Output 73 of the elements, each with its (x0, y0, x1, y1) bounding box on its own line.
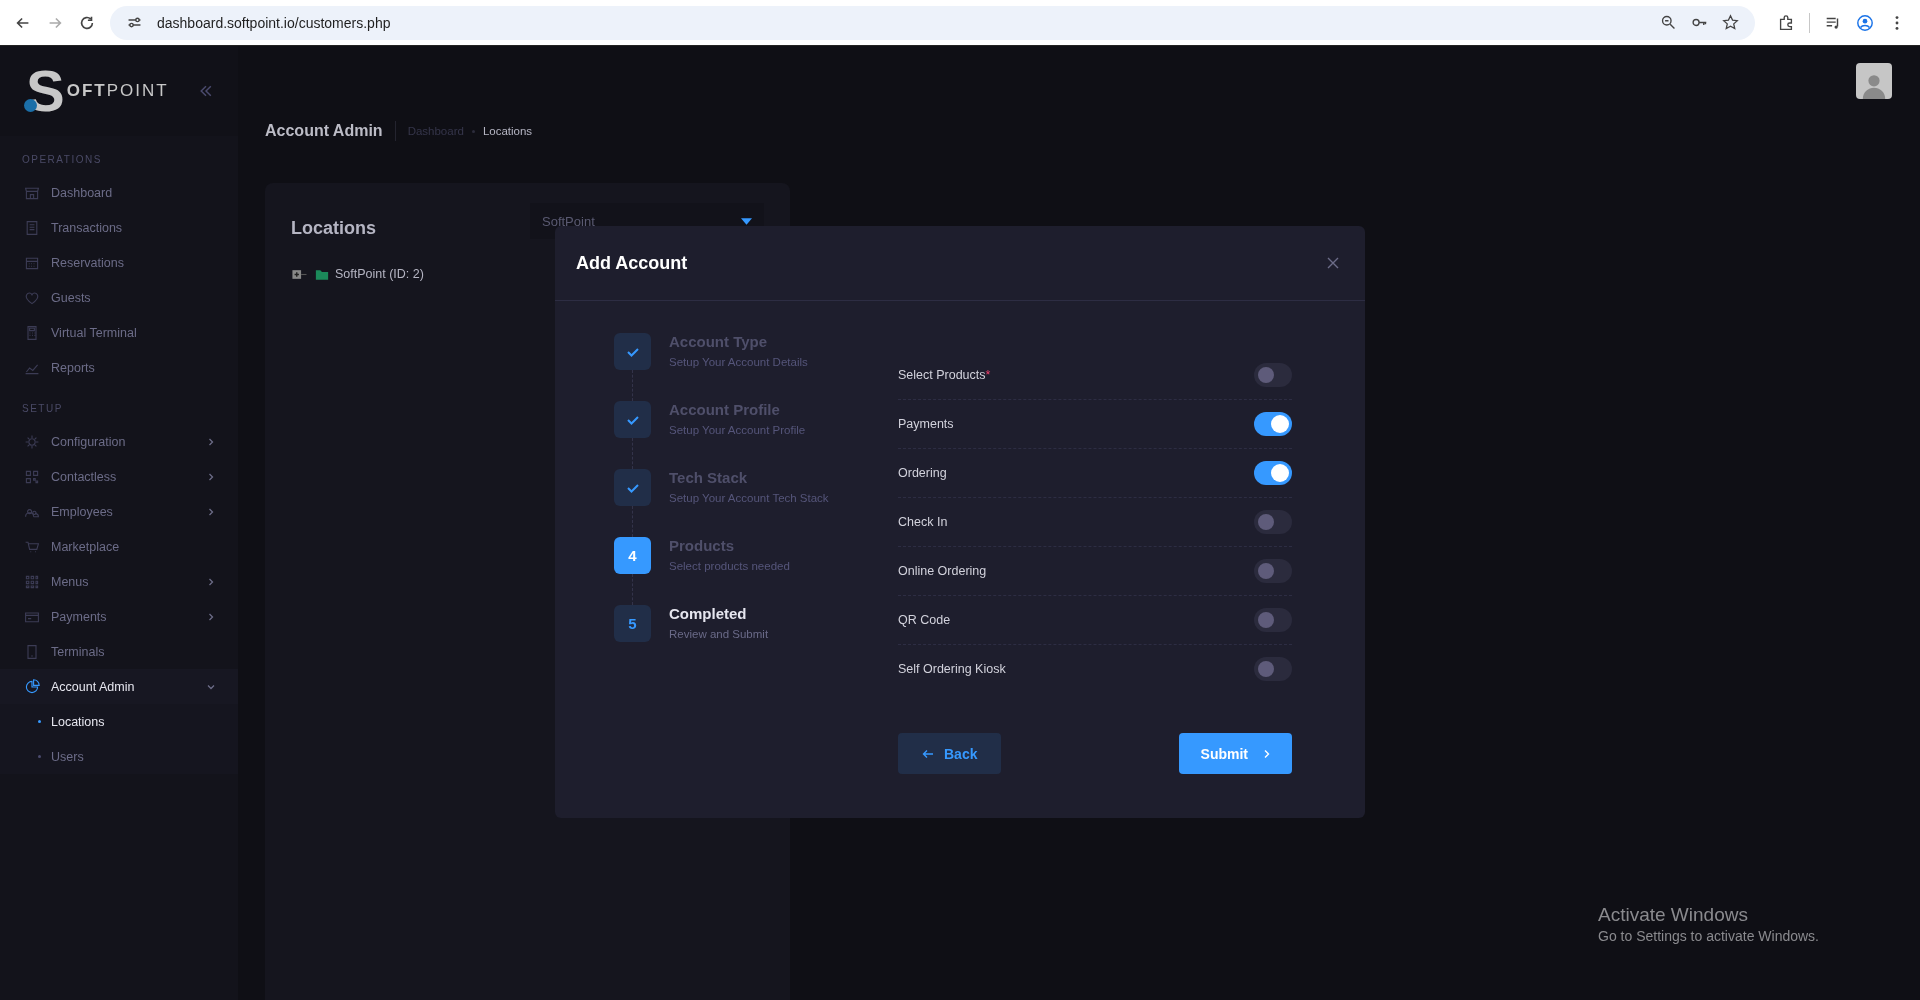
step-title: Tech Stack (669, 469, 749, 486)
toggle-switch[interactable] (1254, 559, 1292, 583)
notice-text: Go to Settings to activate Windows. (1598, 928, 1819, 944)
zoom-icon[interactable] (1660, 14, 1677, 31)
submit-button[interactable]: Submit (1178, 733, 1292, 774)
pie-icon (24, 678, 40, 695)
sidebar-item[interactable]: Reservations (0, 245, 238, 280)
sidebar-item[interactable]: Configuration (0, 424, 238, 459)
step-subtitle: Setup Your Account Details (669, 356, 808, 368)
dialog-title: Add Account (576, 252, 688, 274)
toggle-switch[interactable] (1254, 657, 1292, 681)
receipt-icon (24, 219, 40, 236)
card-title: Locations (291, 217, 376, 239)
step-subtitle: Select products needed (669, 560, 790, 572)
step-subtitle: Setup Your Account Profile (669, 424, 806, 436)
step-title: Completed (669, 605, 748, 622)
heart-icon (24, 289, 40, 306)
product-label: Check In (898, 515, 948, 529)
product-label: Ordering (898, 466, 947, 480)
folder-icon (315, 267, 329, 281)
sidebar-item[interactable]: Virtual Terminal (0, 315, 238, 350)
sidebar-item[interactable]: Contactless (0, 459, 238, 494)
qr-code-icon (24, 468, 40, 485)
breadcrumb-link[interactable]: Locations (482, 125, 533, 137)
product-label: Self Ordering Kiosk (898, 662, 1006, 676)
arrow-left-icon (922, 748, 934, 759)
sidebar-item[interactable]: Employees (0, 494, 238, 529)
step-title: Products (669, 537, 735, 554)
sidebar-item[interactable]: Account Admin (0, 669, 238, 704)
toggle-switch[interactable] (1254, 461, 1292, 485)
submenu-item[interactable]: Users (0, 739, 238, 774)
sidebar-item[interactable]: Terminals (0, 634, 238, 669)
expand-node-icon[interactable] (291, 267, 309, 281)
profile-icon[interactable] (1856, 13, 1874, 32)
toggle-switch[interactable] (1254, 510, 1292, 534)
section-title: SETUP (21, 402, 64, 416)
sidebar-item[interactable]: Marketplace (0, 529, 238, 564)
extensions-icon[interactable] (1777, 13, 1795, 32)
toggle-switch[interactable] (1254, 363, 1292, 387)
tablet-icon (24, 643, 40, 660)
calculator-icon (24, 324, 40, 341)
grid-icon (24, 573, 40, 590)
step-title: Account Profile (669, 401, 781, 418)
notice-title: Activate Windows (1598, 904, 1749, 926)
tree-item[interactable]: SoftPoint (ID: 2) (335, 267, 424, 281)
step-subtitle: Review and Submit (669, 628, 769, 640)
sidebar-item[interactable]: Menus (0, 564, 238, 599)
sidebar-item[interactable]: Guests (0, 280, 238, 315)
back-button[interactable]: Back (898, 733, 1002, 774)
step-indicator: 5 (614, 605, 651, 642)
check-icon (625, 413, 640, 426)
product-label: Select Products* (898, 368, 991, 382)
submenu-item[interactable]: Locations (0, 704, 238, 739)
toggle-switch[interactable] (1254, 412, 1292, 436)
check-icon (625, 481, 640, 494)
product-label: QR Code (898, 613, 951, 627)
product-label: Payments (898, 417, 954, 431)
step-subtitle: Setup Your Account Tech Stack (669, 492, 829, 504)
close-icon[interactable] (1327, 257, 1339, 269)
step-indicator: 4 (614, 537, 651, 574)
sidebar-item[interactable]: Reports (0, 350, 238, 385)
toggle-switch[interactable] (1254, 608, 1292, 632)
sidebar-item[interactable]: Payments (0, 599, 238, 634)
star-icon[interactable] (1722, 14, 1739, 31)
sidebar-item[interactable]: Dashboard (0, 175, 238, 210)
product-label: Online Ordering (898, 564, 987, 578)
section-title: OPERATIONS (21, 153, 103, 167)
page-title: Account Admin (265, 122, 383, 140)
sidebar-item[interactable]: Transactions (0, 210, 238, 245)
url-text: dashboard.softpoint.io/customers.php (157, 14, 391, 31)
step-title: Account Type (669, 333, 769, 350)
address-bar[interactable]: dashboard.softpoint.io/customers.php (110, 5, 1755, 40)
check-icon (625, 345, 640, 358)
